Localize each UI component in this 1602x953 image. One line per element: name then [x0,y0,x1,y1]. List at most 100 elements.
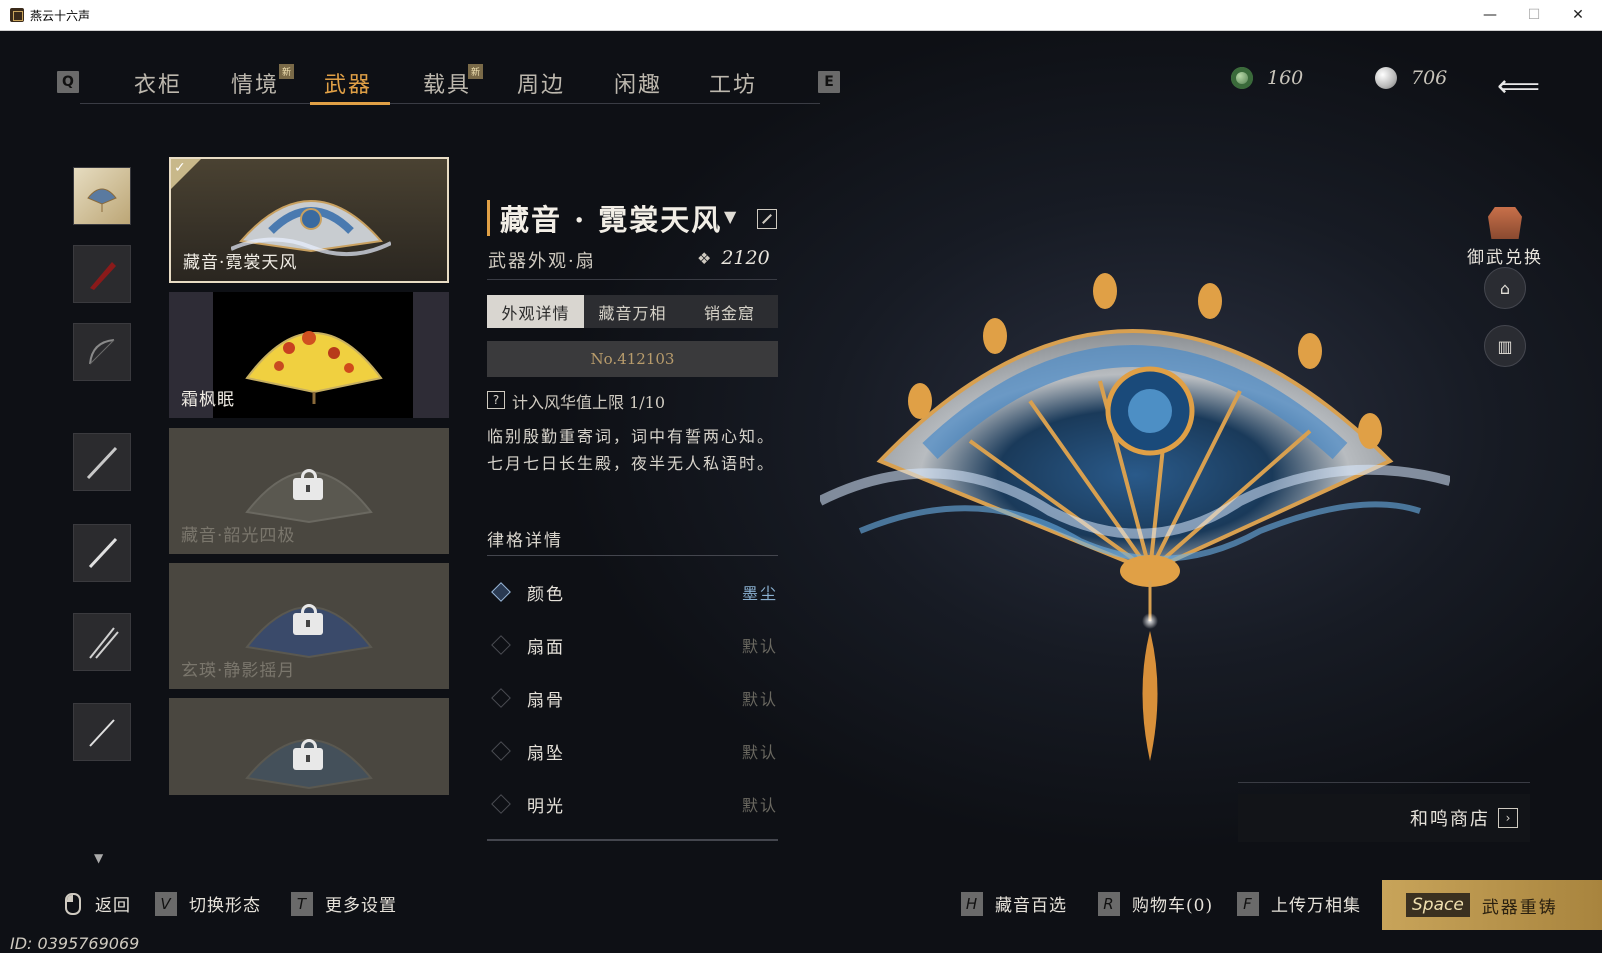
detail-tabs: 外观详情 藏音万相 销金窟 [487,295,778,328]
weapon-type-glaive[interactable] [73,703,131,761]
upload-label: 上传万相集 [1271,896,1361,916]
attribute-name: 扇坠 [527,743,565,764]
cart-hint[interactable]: R 购物车(0) [1098,891,1213,916]
weapon-card[interactable]: 霜枫眠 [169,292,449,418]
collection-hint[interactable]: H 藏音百选 [961,891,1067,916]
minimize-button[interactable]: — [1468,0,1512,30]
open-arrow-icon: › [1498,808,1518,828]
window-titlebar: 燕云十六声 — ☐ ✕ [0,0,1602,31]
variant-dropdown-icon[interactable]: ▼ [724,207,736,226]
prev-tab-key[interactable]: Q [57,71,79,93]
fan-icon [87,188,117,212]
key-r: R [1098,891,1120,916]
scroll-down-icon[interactable]: ▼ [94,851,103,865]
title-accent-bar [487,200,490,236]
tab-golden-den[interactable]: 销金窟 [681,295,778,328]
back-label: 返回 [95,896,131,916]
weapon-type-spear[interactable] [73,433,131,491]
key-h: H [961,891,983,916]
upload-hint[interactable]: F 上传万相集 [1237,891,1361,916]
app-icon [10,8,24,22]
back-arrow-icon[interactable]: ⟸ [1497,69,1540,104]
diamond-icon [491,582,511,602]
back-hint[interactable]: 返回 [65,891,131,916]
weapon-type-dual-blades[interactable] [73,613,131,671]
attribute-value: 默认 [741,743,778,762]
mouse-icon [65,892,81,915]
weapon-card-locked[interactable] [169,698,449,795]
tab-weapons[interactable]: 武器 [324,67,372,99]
tab-merch[interactable]: 周边 [517,67,565,99]
stats-icon[interactable]: ▥ [1484,325,1526,367]
selected-checkmark: ✓ [171,159,201,189]
collection-label: 藏音百选 [995,896,1067,916]
wardrobe-icon[interactable]: ⌂ [1484,267,1526,309]
tab-scene[interactable]: 情境 [231,67,279,99]
attribute-value: 默认 [741,690,778,709]
key-t: T [291,891,313,916]
close-button[interactable]: ✕ [1556,0,1600,30]
edit-icon[interactable] [757,209,777,229]
key-f: F [1237,891,1259,916]
weapon-card-locked[interactable]: 玄瑛·静影摇月 [169,563,449,689]
switch-form-hint[interactable]: V 切换形态 [155,891,261,916]
fan-showcase-image[interactable] [820,241,1450,801]
diamond-icon [491,741,511,761]
jade-currency: 160 [1231,67,1303,89]
weapon-card-name: 玄瑛·静影摇月 [181,661,296,681]
tab-collection[interactable]: 藏音万相 [584,295,681,328]
serial-number: No.412103 [487,341,778,377]
key-v: V [155,891,177,916]
key-space: Space [1406,893,1470,917]
weapon-type-fan[interactable] [73,167,131,225]
pearl-currency: 706 [1375,67,1447,89]
new-badge: 新 [468,64,483,79]
spear-icon [86,446,118,480]
attribute-row-pendant[interactable]: 扇坠 默认 [487,731,778,771]
jade-amount: 160 [1267,67,1304,89]
attribute-row-glow[interactable]: 明光 默认 [487,784,778,824]
divider [487,555,778,556]
weapon-type-sword[interactable] [73,524,131,582]
weapon-subtitle: 武器外观·扇 [488,251,596,272]
more-settings-hint[interactable]: T 更多设置 [291,891,397,916]
exchange-icon [1488,207,1522,239]
shop-label: 和鸣商店 [1410,809,1490,830]
help-icon[interactable]: ? [487,391,505,409]
tab-leisure[interactable]: 闲趣 [614,67,662,99]
pearl-icon [1375,67,1397,89]
scroll-bar[interactable] [487,839,778,841]
maximize-button[interactable]: ☐ [1512,0,1556,30]
attribute-row-color[interactable]: 颜色 墨尘 [487,572,778,612]
attribute-name: 颜色 [527,584,565,605]
attribute-row-ribs[interactable]: 扇骨 默认 [487,678,778,718]
recast-label: 武器重铸 [1481,897,1558,918]
attribute-name: 明光 [527,796,565,817]
next-tab-key[interactable]: E [818,71,840,93]
exchange-label: 御武兑换 [1467,248,1543,268]
attribute-row-surface[interactable]: 扇面 默认 [487,625,778,665]
switch-form-label: 切换形态 [189,896,261,916]
red-blade-icon [90,262,116,290]
weapon-type-umbrella[interactable] [73,245,131,303]
tab-vehicles[interactable]: 载具 [423,67,471,99]
attribute-name: 扇骨 [527,690,565,711]
weapon-recast-button[interactable]: Space 武器重铸 [1382,880,1602,930]
tab-workshop[interactable]: 工坊 [709,67,757,99]
tab-appearance-details[interactable]: 外观详情 [487,295,584,328]
attribute-name: 扇面 [527,637,565,658]
harmony-shop-button[interactable]: 和鸣商店 › [1238,794,1530,842]
style-cap-label: 计入风华值上限 1/10 [512,393,666,412]
weapon-title: 藏音 · 霓裳天风 [500,203,723,237]
weapon-card-name: 藏音·韶光四极 [181,526,296,546]
diamond-icon [491,688,511,708]
tab-wardrobe[interactable]: 衣柜 [134,67,182,99]
weapon-type-bow[interactable] [73,323,131,381]
weapon-exchange-button[interactable]: 御武兑换 [1465,207,1545,268]
weapon-card[interactable]: ✓ 藏音·霓裳天风 [169,157,449,283]
bow-icon [89,339,115,365]
weapon-card-name: 霜枫眠 [181,390,235,410]
weapon-card-locked[interactable]: 藏音·韶光四极 [169,428,449,554]
dual-blades-icon [89,627,119,659]
attribute-value: 默认 [741,796,778,815]
